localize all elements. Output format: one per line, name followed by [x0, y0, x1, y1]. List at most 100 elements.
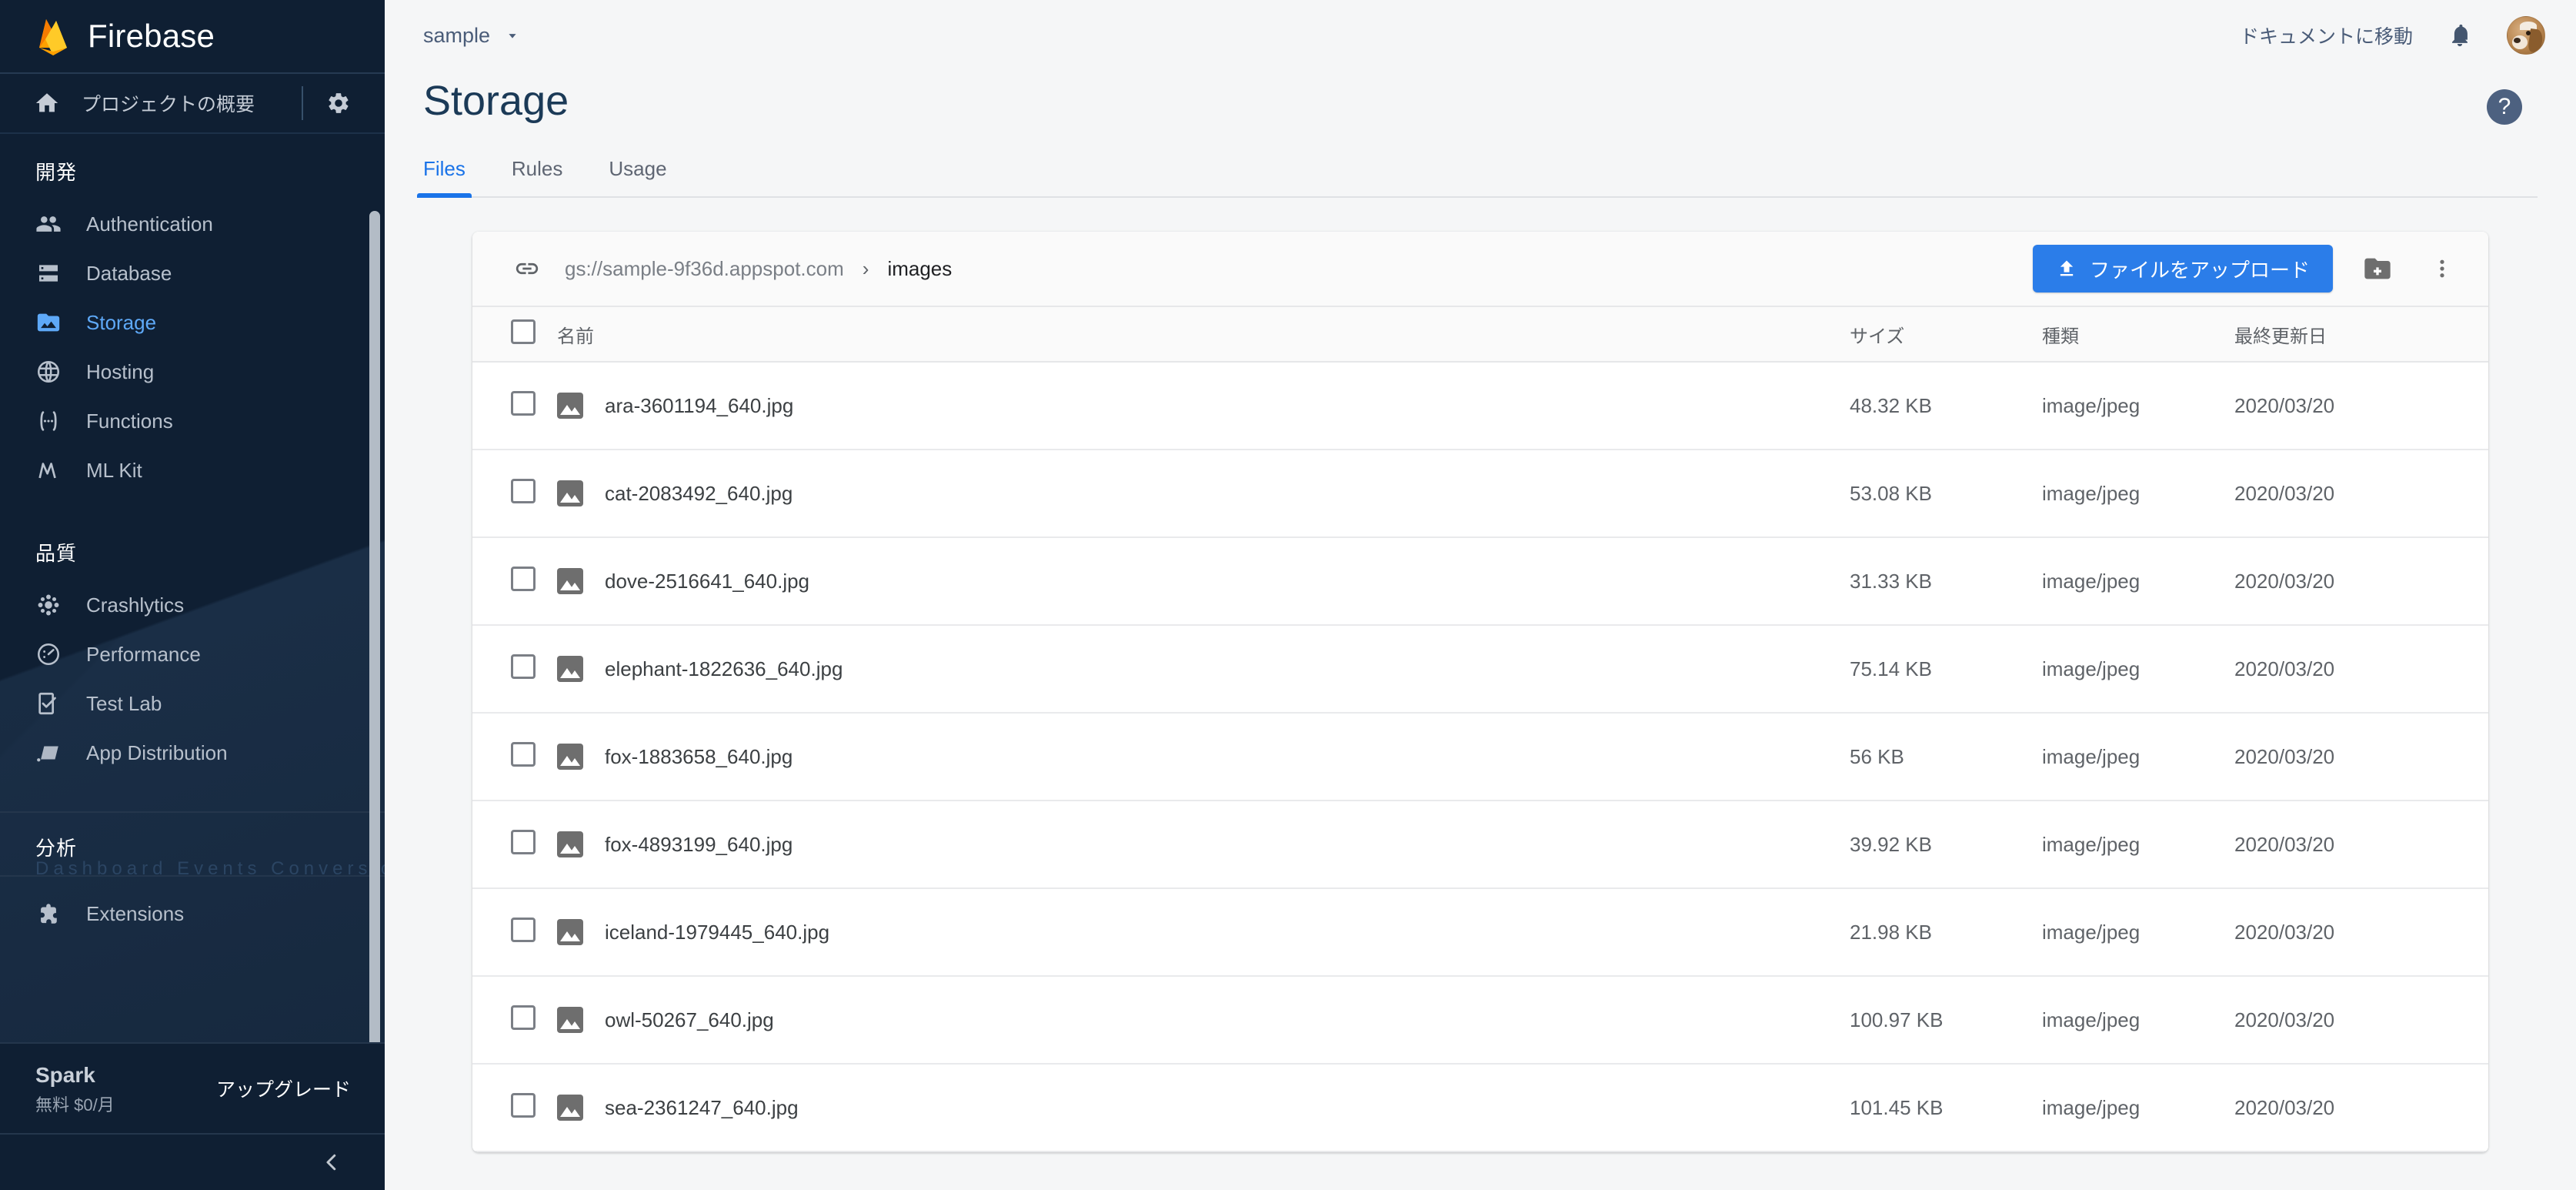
crashlytics-icon: [32, 589, 65, 621]
file-type: image/jpeg: [2042, 713, 2234, 801]
sidebar-item-functions[interactable]: Functions: [0, 396, 385, 446]
help-icon[interactable]: ?: [2487, 89, 2522, 125]
breadcrumb-bucket[interactable]: gs://sample-9f36d.appspot.com: [565, 257, 844, 281]
firebase-brand[interactable]: Firebase: [0, 0, 385, 72]
file-name-cell[interactable]: iceland-1979445_640.jpg: [557, 888, 1850, 977]
image-file-icon: [557, 744, 583, 770]
file-size: 48.32 KB: [1850, 362, 2042, 450]
speedometer-icon: [32, 638, 65, 670]
table-row[interactable]: owl-50267_640.jpg 100.97 KB image/jpeg 2020…: [472, 976, 2488, 1065]
table-row[interactable]: fox-1883658_640.jpg 56 KB image/jpeg 2020/0…: [472, 713, 2488, 801]
sidebar-scrollbar[interactable]: [369, 211, 380, 1042]
section-title-analytics: 分析: [35, 837, 78, 860]
tab-files[interactable]: Files: [417, 157, 472, 198]
file-type: image/jpeg: [2042, 976, 2234, 1065]
analytics-subitems-ghost: Dashboard Events Conversions: [35, 858, 385, 875]
header-type[interactable]: 種類: [2042, 306, 2234, 363]
file-name-cell[interactable]: fox-4893199_640.jpg: [557, 801, 1850, 889]
row-checkbox[interactable]: [511, 478, 536, 503]
functions-icon: [32, 405, 65, 437]
sidebar-item-app-distribution[interactable]: App Distribution: [0, 728, 385, 777]
file-name-cell[interactable]: dove-2516641_640.jpg: [557, 537, 1850, 626]
row-select-cell: [472, 1064, 557, 1152]
file-type: image/jpeg: [2042, 362, 2234, 450]
row-checkbox[interactable]: [511, 653, 536, 679]
file-name-cell[interactable]: elephant-1822636_640.jpg: [557, 625, 1850, 714]
project-overview-row[interactable]: プロジェクトの概要: [0, 72, 385, 134]
go-to-docs-link[interactable]: ドキュメントに移動: [2240, 22, 2413, 49]
row-checkbox[interactable]: [511, 566, 536, 591]
file-name: ara-3601194_640.jpg: [605, 393, 794, 417]
image-file-icon: [557, 831, 583, 857]
bell-icon[interactable]: [2447, 22, 2473, 48]
file-type: image/jpeg: [2042, 625, 2234, 714]
link-icon[interactable]: [511, 256, 543, 282]
select-all-checkbox[interactable]: [511, 319, 536, 344]
file-name-cell[interactable]: ara-3601194_640.jpg: [557, 362, 1850, 450]
table-row[interactable]: iceland-1979445_640.jpg 21.98 KB image/jpe…: [472, 888, 2488, 977]
table-row[interactable]: cat-2083492_640.jpg 53.08 KB image/jpeg 202…: [472, 450, 2488, 538]
tab-rules[interactable]: Rules: [512, 157, 562, 196]
file-name-cell[interactable]: fox-1883658_640.jpg: [557, 713, 1850, 801]
breadcrumb: gs://sample-9f36d.appspot.com › images: [565, 257, 952, 281]
header-updated[interactable]: 最終更新日: [2234, 306, 2488, 363]
sidebar-item-crashlytics[interactable]: Crashlytics: [0, 580, 385, 630]
row-checkbox[interactable]: [511, 390, 536, 416]
file-name-cell[interactable]: owl-50267_640.jpg: [557, 976, 1850, 1065]
table-row[interactable]: dove-2516641_640.jpg 31.33 KB image/jpeg 20…: [472, 537, 2488, 626]
sidebar-item-database[interactable]: Database: [0, 249, 385, 298]
file-updated: 2020/03/20: [2234, 450, 2488, 538]
file-name: elephant-1822636_640.jpg: [605, 657, 843, 680]
file-type: image/jpeg: [2042, 537, 2234, 626]
avatar[interactable]: [2507, 16, 2545, 55]
upload-file-button[interactable]: ファイルをアップロード: [2032, 245, 2333, 292]
sidebar-item-hosting[interactable]: Hosting: [0, 347, 385, 396]
plan-row: Spark 無料 $0/月 アップグレード: [0, 1042, 385, 1133]
file-name-cell[interactable]: cat-2083492_640.jpg: [557, 450, 1850, 538]
table-row[interactable]: ara-3601194_640.jpg 48.32 KB image/jpeg 202…: [472, 362, 2488, 450]
sidebar-item-label: Test Lab: [86, 691, 162, 715]
row-checkbox[interactable]: [511, 741, 536, 767]
divider: [302, 86, 303, 120]
page-title: Storage: [423, 78, 569, 124]
project-overview-label: プロジェクトの概要: [82, 94, 255, 115]
row-checkbox[interactable]: [511, 829, 536, 854]
upgrade-button[interactable]: アップグレード: [216, 1075, 351, 1102]
sidebar-item-performance[interactable]: Performance: [0, 630, 385, 679]
tab-usage[interactable]: Usage: [609, 157, 666, 196]
file-type: image/jpeg: [2042, 1064, 2234, 1152]
sidebar-item-authentication[interactable]: Authentication: [0, 199, 385, 249]
project-selector[interactable]: sample: [423, 24, 521, 48]
sidebar-collapse-row[interactable]: [0, 1133, 385, 1190]
files-toolbar: gs://sample-9f36d.appspot.com › images フ…: [472, 232, 2488, 306]
file-updated: 2020/03/20: [2234, 625, 2488, 714]
row-checkbox[interactable]: [511, 1004, 536, 1030]
file-name: iceland-1979445_640.jpg: [605, 920, 830, 944]
table-row[interactable]: sea-2361247_640.jpg 101.45 KB image/jpeg 20…: [472, 1064, 2488, 1152]
file-size: 39.92 KB: [1850, 801, 2042, 889]
image-file-icon: [557, 568, 583, 594]
table-row[interactable]: fox-4893199_640.jpg 39.92 KB image/jpeg 202…: [472, 801, 2488, 889]
chevron-left-icon[interactable]: [320, 1151, 343, 1174]
image-file-icon: [557, 480, 583, 506]
file-type: image/jpeg: [2042, 888, 2234, 977]
new-folder-icon[interactable]: [2357, 249, 2397, 289]
header-size[interactable]: サイズ: [1850, 306, 2042, 363]
table-row[interactable]: elephant-1822636_640.jpg 75.14 KB image/jp…: [472, 625, 2488, 714]
sidebar-item-extensions[interactable]: Extensions: [0, 889, 385, 938]
header-name[interactable]: 名前: [557, 306, 1850, 363]
sidebar-item-test-lab[interactable]: Test Lab: [0, 679, 385, 728]
database-icon: [32, 257, 65, 289]
sidebar-scroll-area: 開発 Authentication Database Storage Hosti…: [0, 134, 385, 1042]
file-name-cell[interactable]: sea-2361247_640.jpg: [557, 1064, 1850, 1152]
sidebar-item-ml-kit[interactable]: ML Kit: [0, 446, 385, 495]
more-vert-icon[interactable]: [2422, 249, 2462, 289]
gear-icon[interactable]: [323, 91, 354, 115]
sidebar-item-storage[interactable]: Storage: [0, 298, 385, 347]
row-checkbox[interactable]: [511, 1092, 536, 1118]
file-updated: 2020/03/20: [2234, 537, 2488, 626]
row-checkbox[interactable]: [511, 917, 536, 942]
sidebar: Firebase プロジェクトの概要 開発 Authentication Dat…: [0, 0, 385, 1190]
sidebar-item-label: Authentication: [86, 212, 213, 236]
image-file-icon: [557, 1007, 583, 1033]
